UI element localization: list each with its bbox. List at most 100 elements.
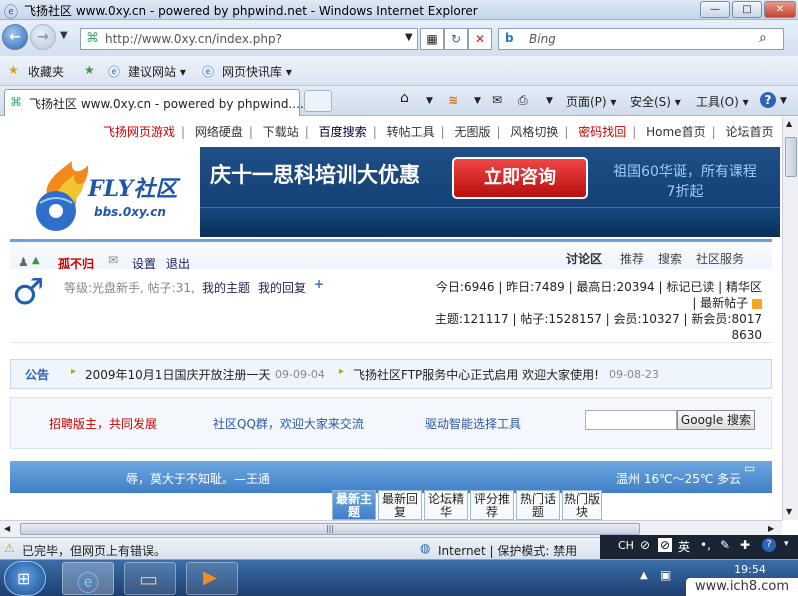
address-bar[interactable]: ⌘ http://www.0xy.cn/index.php? ▼: [80, 28, 418, 50]
warning-icon[interactable]: ⚠: [4, 541, 15, 555]
ime-lang-label[interactable]: 英: [678, 538, 690, 555]
qq-group-link[interactable]: 社区QQ群，欢迎大家来交流: [213, 415, 364, 432]
show-hidden-icons[interactable]: ▲: [640, 570, 648, 581]
page-menu[interactable]: 页面(P) ▾: [566, 93, 616, 110]
vertical-scrollbar[interactable]: ▲ ▼: [782, 117, 798, 520]
print-icon[interactable]: ⎙: [518, 93, 528, 108]
ime-mode-icon[interactable]: ⊘: [640, 538, 650, 552]
driver-tool-link[interactable]: 驱动智能选择工具: [425, 415, 521, 432]
tab-featured[interactable]: 论坛精华: [424, 490, 468, 520]
refresh-icon[interactable]: ↻: [444, 28, 468, 50]
punctuation-icon[interactable]: •,: [700, 538, 711, 552]
google-search-button[interactable]: Google 搜索: [677, 410, 755, 430]
web-slice-gallery-link[interactable]: 网页快讯库 ▾: [222, 63, 292, 80]
tab-discussion[interactable]: 讨论区: [566, 250, 602, 267]
tab-rated[interactable]: 评分推荐: [470, 490, 514, 520]
network-icon[interactable]: ▣: [660, 568, 671, 582]
my-replies-link[interactable]: 我的回复: [258, 279, 306, 296]
settings-link[interactable]: 设置: [132, 255, 156, 272]
compatibility-view-icon[interactable]: ▦: [420, 28, 444, 50]
vertical-scroll-thumb[interactable]: [785, 137, 797, 177]
collapse-icon[interactable]: ▭: [744, 461, 755, 475]
male-avatar-icon[interactable]: ♂: [12, 273, 44, 313]
top-link-baidu[interactable]: 百度搜索: [319, 125, 367, 139]
stop-icon[interactable]: ✕: [468, 28, 492, 50]
favorites-button[interactable]: 收藏夹: [28, 63, 64, 80]
new-tab-button[interactable]: [304, 90, 332, 112]
tab-search[interactable]: 搜索: [658, 250, 682, 267]
print-dropdown-icon[interactable]: ▼: [546, 96, 553, 106]
ad-banner[interactable]: 庆十一思科培训大优惠 立即咨询 祖国60华诞，所有课程 7折起: [200, 147, 780, 237]
top-link-style-switch[interactable]: 风格切换: [510, 125, 558, 139]
search-icon[interactable]: ⌕: [759, 30, 767, 46]
window-title: 飞扬社区 www.0xy.cn - powered by phpwind.net…: [24, 4, 478, 18]
tools-menu[interactable]: 工具(O) ▾: [696, 93, 749, 110]
feeds-dropdown-icon[interactable]: ▼: [474, 96, 481, 106]
minimize-button[interactable]: —: [700, 1, 730, 18]
tab-hot-boards[interactable]: 热门版块: [562, 490, 602, 520]
top-link-password-recovery[interactable]: 密码找回: [578, 125, 626, 139]
ime-config-icon[interactable]: ✚: [740, 538, 750, 552]
top-link-downloads[interactable]: 下载站: [263, 125, 299, 139]
announcement-item-2[interactable]: 飞扬社区FTP服务中心正式启用 欢迎大家使用!: [353, 366, 599, 383]
tab-latest-replies[interactable]: 最新回复: [378, 490, 422, 520]
google-search-input[interactable]: [585, 410, 677, 430]
logout-link[interactable]: 退出: [166, 255, 190, 272]
username-link[interactable]: 孤不归: [58, 255, 94, 272]
ime-options-icon[interactable]: ▾: [784, 539, 789, 549]
top-link-home[interactable]: Home首页: [646, 125, 705, 139]
scroll-right-icon[interactable]: ▶: [768, 524, 774, 533]
top-link-games[interactable]: 飞扬网页游戏: [103, 125, 175, 139]
recruit-moderators-link[interactable]: 招聘版主，共同发展: [49, 415, 157, 432]
suggested-sites-link[interactable]: 建议网站 ▾: [128, 63, 186, 80]
help-icon[interactable]: ?: [760, 92, 776, 108]
tab-recommend[interactable]: 推荐: [620, 250, 644, 267]
top-link-text-version[interactable]: 无图版: [454, 125, 490, 139]
taskbar-ie[interactable]: ⓔ: [62, 562, 114, 596]
tab-hot-topics[interactable]: 热门话题: [516, 490, 560, 520]
scroll-up-icon[interactable]: ▲: [786, 119, 792, 128]
tab-active[interactable]: ⌘ 飞扬社区 www.0xy.cn - powered by phpwind..…: [4, 89, 304, 116]
history-dropdown-icon[interactable]: ▼: [60, 30, 68, 41]
ime-help-icon[interactable]: ?: [762, 538, 776, 552]
suggested-sites-icon: ⓔ: [108, 65, 121, 79]
ime-tool-icon[interactable]: ✎: [720, 538, 730, 552]
scroll-left-icon[interactable]: ◀: [4, 524, 10, 533]
tab-title: 飞扬社区 www.0xy.cn - powered by phpwind....: [29, 97, 304, 111]
start-button[interactable]: ⊞: [4, 561, 46, 596]
taskbar-explorer[interactable]: ▭: [124, 562, 176, 595]
horizontal-scroll-thumb[interactable]: |||: [20, 523, 640, 535]
top-link-repost-tool[interactable]: 转帖工具: [387, 125, 435, 139]
taskbar-media-player[interactable]: ▶: [186, 562, 238, 595]
feeds-icon[interactable]: ≋: [448, 93, 458, 107]
top-link-netdisk[interactable]: 网络硬盘: [195, 125, 243, 139]
address-dropdown-icon[interactable]: ▼: [405, 32, 413, 43]
forward-button[interactable]: →: [30, 24, 56, 50]
back-button[interactable]: ←: [2, 24, 28, 50]
close-button[interactable]: ✕: [764, 1, 796, 18]
site-logo[interactable]: FLY社区 bbs.0xy.cn: [30, 153, 198, 235]
announcement-item-1[interactable]: 2009年10月1日国庆开放注册一天: [85, 366, 270, 383]
top-link-forum-home[interactable]: 论坛首页: [725, 125, 773, 139]
message-icon[interactable]: ✉: [108, 253, 118, 267]
announcement-arrow-icon-2: ▸: [339, 366, 345, 377]
add-icon[interactable]: +: [314, 277, 324, 291]
search-box[interactable]: b Bing ⌕: [498, 28, 784, 50]
safety-menu[interactable]: 安全(S) ▾: [630, 93, 681, 110]
add-favorites-icon[interactable]: ★: [84, 63, 95, 77]
tab-latest-topics[interactable]: 最新主题: [332, 490, 376, 520]
address-url[interactable]: http://www.0xy.cn/index.php?: [105, 32, 282, 46]
taskbar-clock[interactable]: 19:54: [722, 563, 778, 576]
banner-consult-button[interactable]: 立即咨询: [452, 157, 588, 199]
input-language[interactable]: CH: [618, 539, 634, 552]
rss-icon[interactable]: [752, 298, 762, 309]
tab-services[interactable]: 社区服务: [696, 250, 744, 267]
home-icon[interactable]: ⌂: [400, 90, 409, 106]
ime-status-icon[interactable]: ⊘: [658, 538, 673, 552]
my-topics-link[interactable]: 我的主题: [202, 279, 250, 296]
maximize-button[interactable]: □: [732, 1, 762, 18]
home-dropdown-icon[interactable]: ▼: [426, 96, 433, 106]
help-dropdown-icon[interactable]: ▼: [780, 96, 787, 106]
scroll-down-icon[interactable]: ▼: [786, 507, 792, 516]
read-mail-icon[interactable]: ✉: [492, 93, 502, 107]
